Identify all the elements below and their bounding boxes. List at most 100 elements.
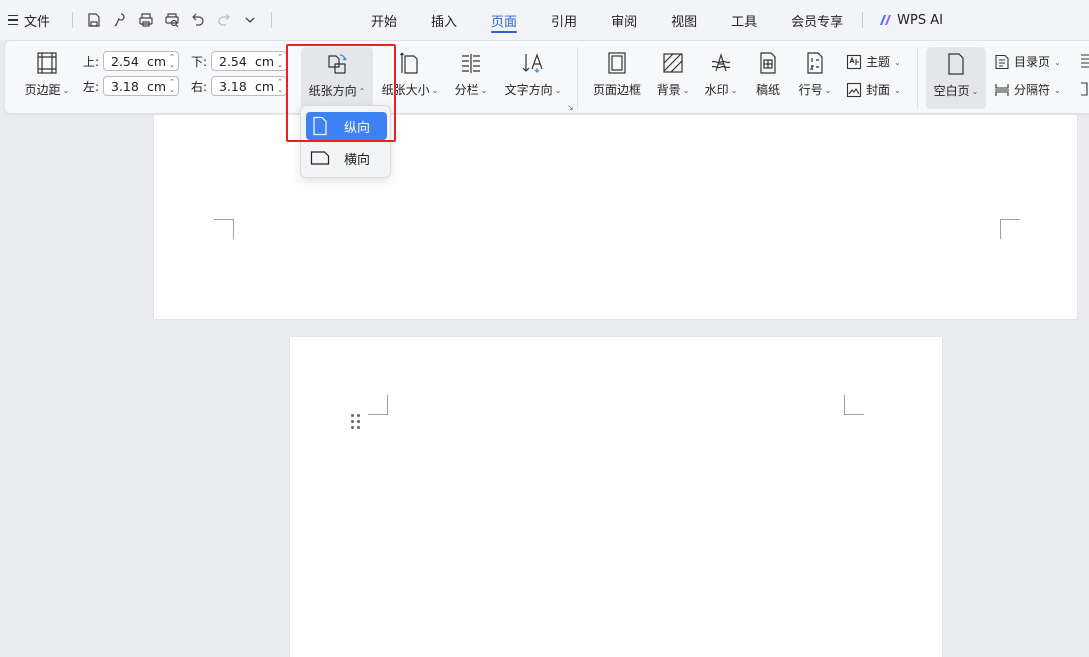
toc-page-icon [995, 54, 1009, 69]
margin-corner-mark [368, 395, 388, 415]
file-menu[interactable]: 文件 [8, 11, 50, 30]
chevron-down-icon: ⌄ [480, 86, 488, 95]
columns-button[interactable]: 分栏 ⌄ [451, 41, 491, 98]
portrait-page-icon [313, 116, 327, 136]
text-direction-button[interactable]: 文字方向 ⌄ [501, 41, 565, 98]
chevron-up-icon: ⌃ [358, 87, 366, 96]
tab-home[interactable]: 开始 [354, 0, 414, 40]
cover-label: 封面 [866, 83, 891, 97]
background-button[interactable]: 背景 ⌄ [653, 41, 693, 98]
line-number-button[interactable]: 行号 ⌄ [795, 41, 835, 98]
orientation-dropdown: 纵向 横向 [300, 105, 391, 178]
page-margins-label: 页边距 [24, 83, 61, 97]
chevron-down-icon: ⌄ [62, 86, 70, 95]
top-margin-value: 2.54 [111, 53, 139, 69]
orientation-icon [325, 52, 349, 76]
dialog-launcher-icon[interactable]: ↘ [567, 103, 574, 112]
tab-page[interactable]: 页面 [474, 0, 534, 40]
redo-icon[interactable] [211, 7, 237, 33]
manuscript-icon [756, 51, 780, 75]
overflow-icon[interactable] [1079, 81, 1089, 97]
watermark-icon [709, 51, 733, 75]
right-margin-input[interactable]: 3.18 cm ⌃ ⌄ [211, 76, 287, 96]
toc-page-button[interactable]: 目录页 ⌄ [994, 53, 1061, 70]
print-icon[interactable] [133, 7, 159, 33]
stepper-icon[interactable]: ⌃ ⌄ [169, 78, 175, 94]
page-margins-icon [35, 51, 59, 75]
theme-label: 主题 [866, 55, 891, 69]
chevron-down-icon[interactable] [237, 7, 263, 33]
manuscript-button[interactable]: 稿纸 [751, 41, 785, 98]
chevron-down-icon: ⌄ [894, 58, 901, 67]
paper-size-button[interactable]: 纸张大小 ⌄ [379, 41, 441, 98]
unit-label: cm [255, 53, 275, 69]
divider [917, 47, 918, 109]
columns-label: 分栏 [454, 83, 479, 97]
top-margin-input[interactable]: 2.54 cm ⌃ ⌄ [103, 51, 179, 71]
wps-ai-button[interactable]: WPS AI [865, 13, 943, 28]
columns-icon [459, 51, 483, 75]
document-page[interactable] [153, 115, 1078, 320]
wps-ai-label: WPS AI [897, 12, 943, 28]
chevron-down-icon: ⌄ [730, 86, 738, 95]
wps-ai-icon [880, 15, 892, 25]
print-preview-icon[interactable] [159, 7, 185, 33]
theme-icon [846, 54, 862, 69]
toc-page-label: 目录页 [1014, 55, 1051, 69]
orientation-button[interactable]: 纸张方向 ⌃ [301, 47, 373, 109]
right-margin-label: 右: [191, 79, 208, 94]
cover-icon [846, 82, 862, 97]
tab-review[interactable]: 审阅 [594, 0, 654, 40]
tab-tools[interactable]: 工具 [714, 0, 774, 40]
page-margins-button[interactable]: 页边距 ⌄ [19, 41, 75, 98]
menu-bar: 文件 开始 插入 页面 引用 审阅 视图 工具 会员专享 WPS AI [0, 0, 1089, 40]
page-ribbon: 页边距 ⌄ 上: 2.54 cm ⌃ ⌄ 下: 2.54 cm ⌃ ⌄ 左: 3.18… [4, 40, 1089, 114]
tab-insert[interactable]: 插入 [414, 0, 474, 40]
document-page[interactable] [289, 336, 943, 657]
hamburger-icon [8, 15, 18, 25]
tab-member[interactable]: 会员专享 [774, 0, 860, 40]
save-icon[interactable] [81, 7, 107, 33]
watermark-button[interactable]: 水印 ⌄ [701, 41, 741, 98]
unit-label: cm [147, 78, 167, 94]
landscape-page-icon [310, 151, 330, 165]
bottom-margin-input[interactable]: 2.54 cm ⌃ ⌄ [211, 51, 287, 71]
stepper-icon[interactable]: ⌃ ⌄ [277, 53, 283, 69]
page-border-button[interactable]: 页面边框 [589, 41, 645, 98]
right-margin-value: 3.18 [219, 78, 247, 94]
left-margin-value: 3.18 [111, 78, 139, 94]
unit-label: cm [147, 53, 167, 69]
cover-button[interactable]: 封面 ⌄ [846, 81, 901, 98]
left-margin-input[interactable]: 3.18 cm ⌃ ⌄ [103, 76, 179, 96]
margin-corner-mark [1000, 219, 1020, 239]
margin-inputs: 上: 2.54 cm ⌃ ⌄ 下: 2.54 cm ⌃ ⌄ 左: 3.18 cm ⌃… [83, 50, 299, 100]
line-number-label: 行号 [798, 83, 823, 97]
tab-references[interactable]: 引用 [534, 0, 594, 40]
landscape-label: 横向 [344, 152, 371, 168]
drag-handle-icon[interactable] [351, 414, 361, 430]
chevron-down-icon: ⌄ [971, 87, 979, 96]
paper-size-icon [398, 51, 422, 75]
margin-corner-mark [844, 395, 864, 415]
bottom-margin-label: 下: [191, 54, 208, 69]
orientation-landscape-option[interactable]: 横向 [306, 144, 387, 172]
stepper-icon[interactable]: ⌃ ⌄ [169, 53, 175, 69]
orientation-portrait-option[interactable]: 纵向 [306, 112, 387, 140]
undo-icon[interactable] [185, 7, 211, 33]
divider [577, 47, 578, 109]
chevron-down-icon: ⌄ [1054, 58, 1061, 67]
overflow-icon[interactable] [1079, 53, 1089, 69]
chevron-down-icon: ⌄ [431, 86, 439, 95]
tab-view[interactable]: 视图 [654, 0, 714, 40]
page-border-icon [605, 51, 629, 75]
stepper-icon[interactable]: ⌃ ⌄ [277, 78, 283, 94]
watermark-label: 水印 [704, 83, 729, 97]
separator-button[interactable]: 分隔符 ⌄ [994, 81, 1061, 98]
chevron-down-icon: ⌄ [1054, 86, 1061, 95]
separator-label: 分隔符 [1014, 83, 1051, 97]
theme-button[interactable]: 主题 ⌄ [846, 53, 901, 70]
ribbon-tabs: 开始 插入 页面 引用 审阅 视图 工具 会员专享 WPS AI [354, 0, 943, 40]
blank-page-icon [944, 52, 968, 76]
blank-page-button[interactable]: 空白页 ⌄ [926, 47, 986, 109]
format-painter-icon[interactable] [107, 7, 133, 33]
